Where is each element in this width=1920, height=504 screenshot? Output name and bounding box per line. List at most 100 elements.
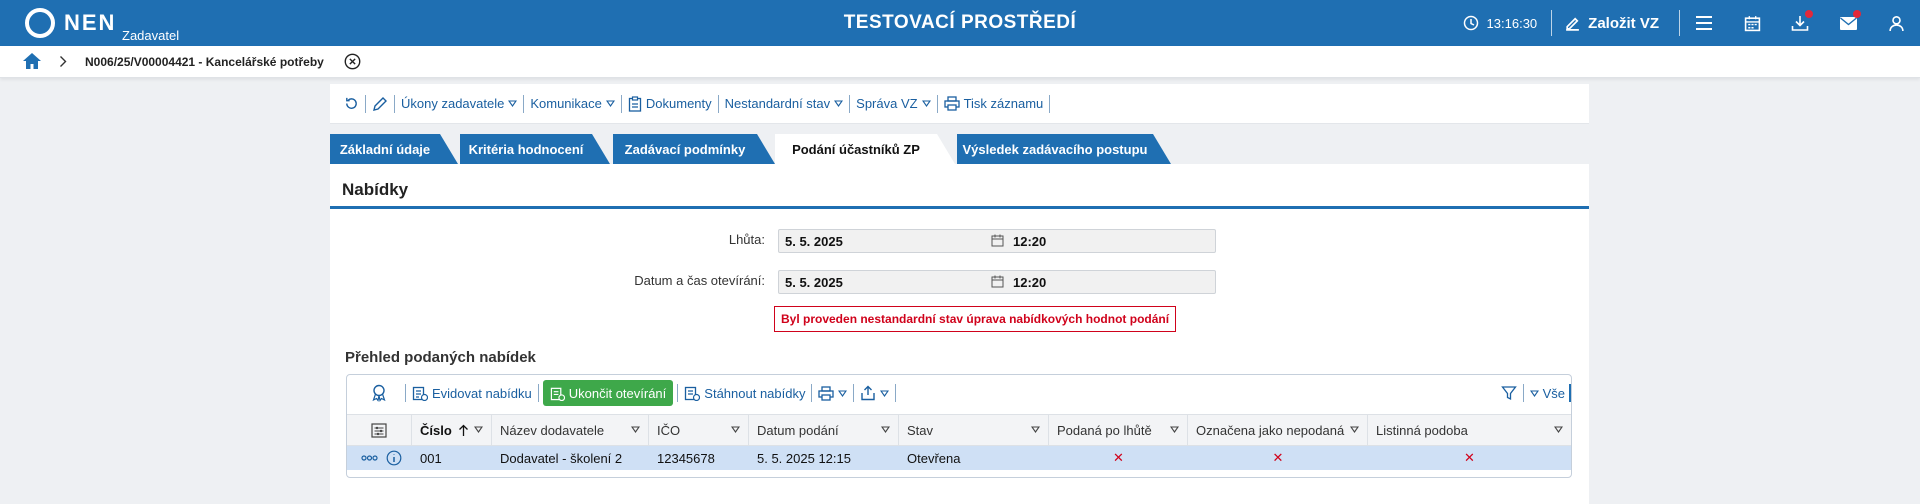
hamburger-icon bbox=[1696, 16, 1712, 30]
info-icon[interactable] bbox=[386, 450, 402, 466]
notification-badge bbox=[1805, 10, 1813, 18]
user-button[interactable] bbox=[1872, 0, 1920, 46]
stahnout-nabidky-button[interactable]: Stáhnout nabídky bbox=[678, 385, 811, 401]
tab-zakladni-udaje[interactable]: Základní údaje bbox=[330, 134, 458, 164]
column-datum-label: Datum podání bbox=[757, 423, 839, 438]
column-ico-label: IČO bbox=[657, 423, 681, 438]
filter-all-menu[interactable]: Vše bbox=[1524, 386, 1569, 401]
column-po-lhute[interactable]: Podaná po lhůtě bbox=[1049, 415, 1188, 446]
refresh-button[interactable] bbox=[338, 96, 365, 111]
caret-down-icon[interactable] bbox=[1554, 426, 1563, 433]
calendar-button[interactable] bbox=[1728, 0, 1776, 46]
finish-opening-icon bbox=[550, 387, 565, 401]
column-nazev[interactable]: Název dodavatele bbox=[492, 415, 649, 446]
clock-icon bbox=[1463, 15, 1478, 31]
tab-vysledek-postupu[interactable]: Výsledek zadávacího postupu bbox=[957, 134, 1171, 164]
tab-podani-ucastniku[interactable]: Podání účastníků ZP bbox=[775, 134, 955, 164]
otevirani-time: 12:20 bbox=[1013, 275, 1047, 290]
sort-ascending-icon[interactable] bbox=[458, 424, 469, 437]
komunikace-menu[interactable]: Komunikace bbox=[524, 96, 621, 111]
tab-label: Zadávací podmínky bbox=[624, 141, 746, 157]
calendar-icon bbox=[991, 234, 1004, 247]
print-menu-button[interactable] bbox=[812, 385, 853, 401]
logo-text[interactable]: NEN bbox=[64, 10, 116, 36]
column-cislo-label: Číslo bbox=[420, 423, 452, 438]
grid-title: Přehled podaných nabídek bbox=[345, 349, 536, 366]
tab-label: Kritéria hodnocení bbox=[468, 141, 584, 157]
column-nepodana[interactable]: Označena jako nepodaná bbox=[1188, 415, 1368, 446]
messages-button[interactable] bbox=[1824, 0, 1872, 46]
column-settings-cell[interactable] bbox=[347, 415, 412, 446]
badge-button[interactable] bbox=[365, 384, 393, 402]
evidovat-nabidku-button[interactable]: Evidovat nabídku bbox=[406, 385, 538, 401]
edit-button[interactable] bbox=[366, 96, 394, 112]
table-row[interactable]: 001 Dodavatel - školení 2 12345678 5. 5.… bbox=[347, 446, 1571, 470]
tab-label: Podání účastníků ZP bbox=[792, 141, 920, 157]
filter-button[interactable] bbox=[1495, 385, 1523, 401]
otevirani-row: Datum a čas otevírání: 5. 5. 2025 12:20 bbox=[330, 270, 1589, 294]
grid-header: Číslo Název dodavatele IČO Datum podání … bbox=[347, 414, 1571, 446]
column-cislo[interactable]: Číslo bbox=[412, 415, 492, 446]
session-clock: 13:16:30 bbox=[1449, 0, 1552, 46]
section-underline bbox=[330, 206, 1589, 209]
ukoncit-otevirani-button[interactable]: Ukončit otevírání bbox=[542, 380, 674, 406]
grid-toolbar-right: Vše bbox=[1495, 375, 1571, 411]
caret-down-icon bbox=[1529, 389, 1539, 397]
close-icon[interactable] bbox=[344, 53, 361, 70]
home-icon[interactable] bbox=[22, 52, 42, 70]
filter-all-label: Vše bbox=[1542, 385, 1565, 401]
column-listinna[interactable]: Listinná podoba bbox=[1368, 415, 1571, 446]
notification-badge bbox=[1853, 10, 1861, 18]
cell-cislo: 001 bbox=[420, 450, 442, 466]
tisk-zaznamu-button[interactable]: Tisk záznamu bbox=[938, 96, 1050, 111]
toolbar-divider bbox=[537, 384, 539, 402]
create-vz-button[interactable]: Založit VZ bbox=[1552, 0, 1679, 46]
downloads-button[interactable] bbox=[1776, 0, 1824, 46]
warning-message: Byl proveden nestandardní stav úprava na… bbox=[774, 306, 1177, 332]
column-nepodana-label: Označena jako nepodaná bbox=[1196, 423, 1345, 438]
ukony-zadavatele-menu[interactable]: Úkony zadavatele bbox=[395, 96, 523, 111]
column-ico[interactable]: IČO bbox=[649, 415, 749, 446]
column-stav[interactable]: Stav bbox=[899, 415, 1049, 446]
top-header: NEN Zadavatel TESTOVACÍ PROSTŘEDÍ 13:16:… bbox=[0, 0, 1920, 46]
breadcrumb-current[interactable]: N006/25/V00004421 - Kancelářské potřeby bbox=[85, 55, 324, 69]
toolbar-divider bbox=[1569, 384, 1571, 402]
column-stav-label: Stav bbox=[907, 423, 934, 438]
toolbar-divider bbox=[1049, 94, 1051, 113]
export-menu-button[interactable] bbox=[854, 385, 895, 401]
nestandardni-stav-menu[interactable]: Nestandardní stav bbox=[719, 96, 850, 111]
caret-down-icon[interactable] bbox=[881, 426, 890, 433]
caret-down-icon[interactable] bbox=[474, 426, 483, 433]
column-listinna-label: Listinná podoba bbox=[1376, 423, 1468, 438]
refresh-icon bbox=[346, 97, 357, 109]
otevirani-field: 5. 5. 2025 12:20 bbox=[778, 270, 1216, 294]
nen-logo-icon[interactable] bbox=[24, 7, 56, 39]
column-nazev-label: Název dodavatele bbox=[500, 423, 605, 438]
clock-time: 13:16:30 bbox=[1486, 15, 1538, 31]
column-datum[interactable]: Datum podání bbox=[749, 415, 899, 446]
caret-down-icon bbox=[834, 100, 844, 107]
caret-down-icon[interactable] bbox=[631, 426, 640, 433]
caret-down-icon[interactable] bbox=[1031, 426, 1040, 433]
tab-kriteria-hodnoceni[interactable]: Kritéria hodnocení bbox=[460, 134, 610, 164]
edit-icon bbox=[1566, 17, 1580, 31]
more-options-icon[interactable] bbox=[361, 455, 378, 461]
dokumenty-button[interactable]: Dokumenty bbox=[622, 95, 718, 112]
sprava-vz-menu[interactable]: Správa VZ bbox=[850, 96, 936, 111]
clipboard-icon bbox=[628, 95, 642, 112]
tab-zadavaci-podminky[interactable]: Zadávací podmínky bbox=[613, 134, 775, 164]
caret-down-icon[interactable] bbox=[1170, 426, 1179, 433]
tisk-label: Tisk záznamu bbox=[963, 96, 1044, 111]
caret-down-icon[interactable] bbox=[1350, 426, 1359, 433]
caret-down-icon bbox=[508, 100, 518, 107]
cell-nepodana: ✕ bbox=[1272, 450, 1284, 465]
nestandardni-label: Nestandardní stav bbox=[724, 96, 831, 111]
komunikace-label: Komunikace bbox=[530, 96, 602, 111]
printer-icon bbox=[943, 96, 960, 111]
tab-bar: Základní údaje Kritéria hodnocení Zadáva… bbox=[330, 134, 1230, 164]
create-vz-label: Založit VZ bbox=[1588, 14, 1659, 32]
caret-down-icon[interactable] bbox=[731, 426, 740, 433]
menu-button[interactable] bbox=[1680, 0, 1728, 46]
stahnout-label: Stáhnout nabídky bbox=[704, 385, 806, 401]
row-actions-cell bbox=[353, 446, 412, 470]
